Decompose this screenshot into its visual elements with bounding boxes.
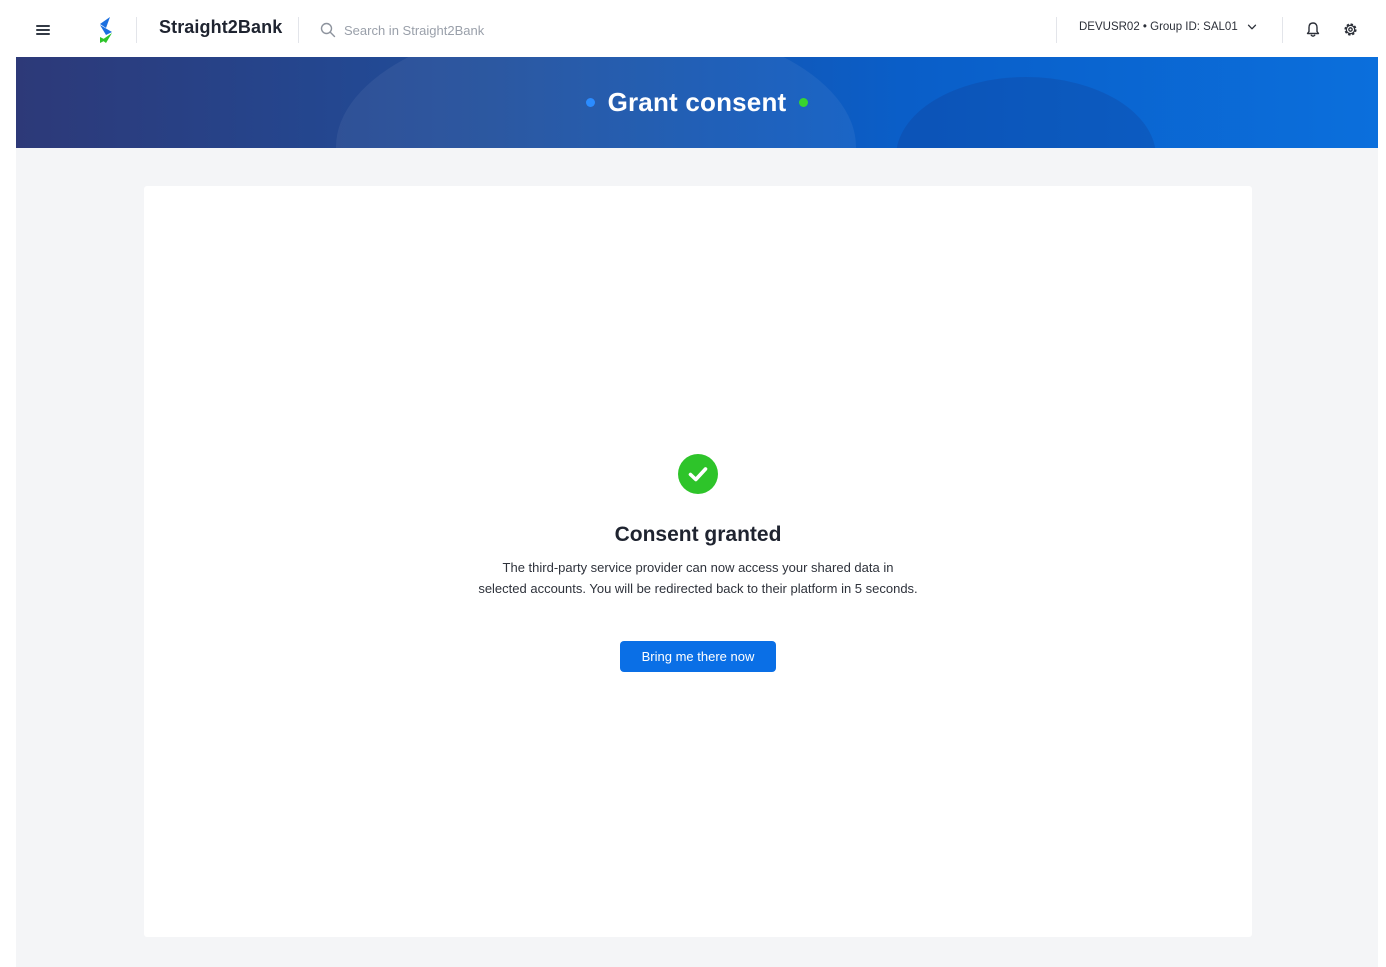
divider bbox=[1056, 17, 1057, 43]
bring-me-there-now-button[interactable]: Bring me there now bbox=[620, 641, 776, 672]
page-title: Grant consent bbox=[16, 57, 1378, 148]
search-icon bbox=[320, 22, 336, 38]
bullet-dot-icon bbox=[799, 98, 809, 107]
search-input[interactable] bbox=[344, 22, 644, 38]
top-navigation-bar: Straight2Bank DEVUSR02 • Group ID: SAL01 bbox=[0, 0, 1386, 57]
page-banner: Grant consent bbox=[16, 57, 1378, 148]
user-group-label: DEVUSR02 • Group ID: SAL01 bbox=[1079, 21, 1238, 33]
result-message: The third-party service provider can now… bbox=[478, 560, 918, 596]
bank-logo-icon[interactable] bbox=[96, 16, 116, 44]
bullet-dot-icon bbox=[585, 98, 595, 107]
page-title-text: Grant consent bbox=[607, 87, 787, 117]
menu-icon[interactable] bbox=[36, 22, 53, 36]
check-circle-icon bbox=[678, 454, 718, 494]
bell-icon[interactable] bbox=[1305, 21, 1321, 38]
chevron-down-icon bbox=[1247, 24, 1256, 30]
divider bbox=[136, 17, 137, 43]
search-bar[interactable] bbox=[320, 19, 720, 41]
gear-icon[interactable] bbox=[1342, 21, 1359, 38]
brand-name[interactable]: Straight2Bank bbox=[159, 17, 282, 38]
result-title: Consent granted bbox=[614, 523, 782, 546]
divider bbox=[1282, 17, 1283, 43]
divider bbox=[298, 17, 299, 43]
user-group-selector[interactable]: DEVUSR02 • Group ID: SAL01 bbox=[1079, 21, 1257, 33]
